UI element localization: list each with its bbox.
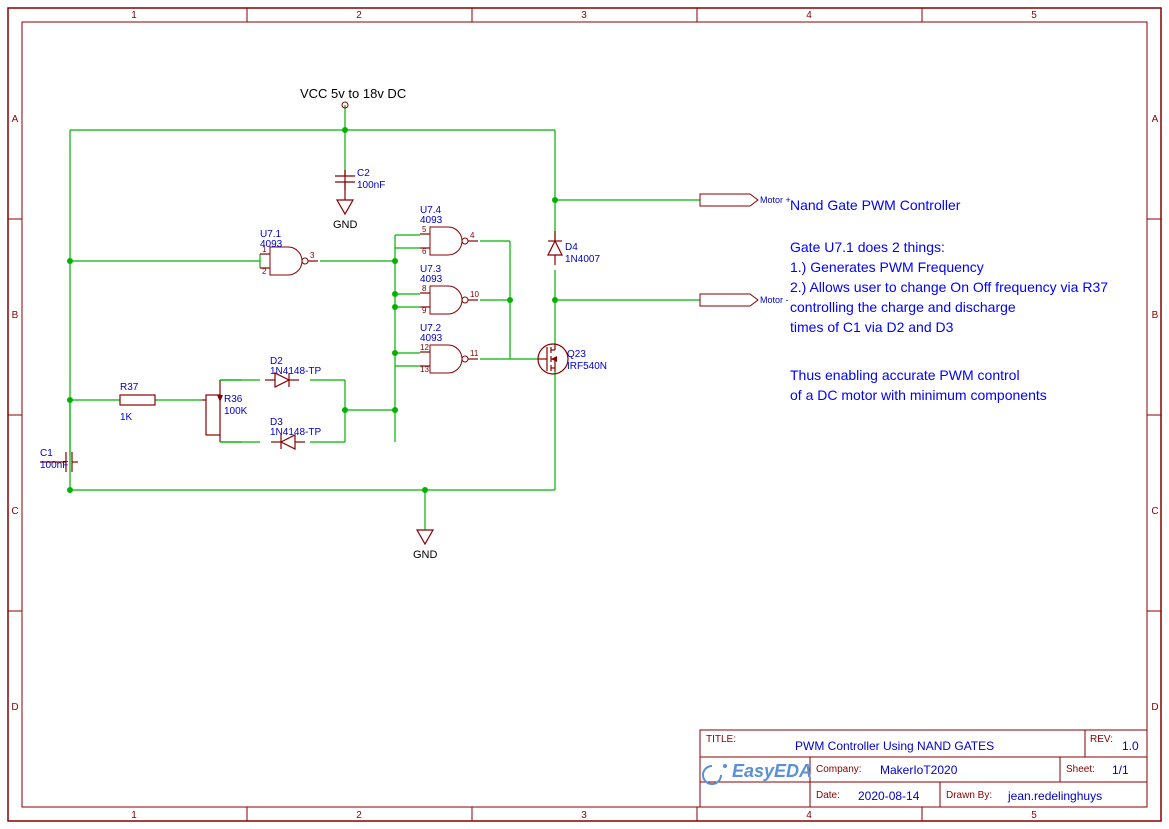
svg-text:times of C1 via D2 and D3: times of C1 via D2 and D3	[790, 319, 954, 335]
svg-text:A: A	[12, 114, 19, 125]
svg-text:100nF: 100nF	[40, 460, 68, 471]
svg-text:Gate U7.1 does 2 things:: Gate U7.1 does 2 things:	[790, 239, 945, 255]
gate-u7-3: 8 9 10 U7.3 4093	[420, 264, 479, 315]
svg-text:3: 3	[581, 810, 587, 821]
svg-text:4093: 4093	[260, 239, 283, 250]
diode-d3-label: D3 1N4148-TP	[270, 417, 321, 438]
svg-text:4: 4	[806, 10, 812, 21]
svg-text:GND: GND	[333, 219, 358, 231]
svg-text:4: 4	[470, 231, 475, 240]
capacitor-c1: C1 100nF	[40, 448, 78, 472]
svg-text:1N4148-TP: 1N4148-TP	[270, 366, 321, 377]
svg-text:4093: 4093	[420, 333, 443, 344]
svg-text:R36: R36	[224, 394, 243, 405]
svg-text:1: 1	[131, 810, 137, 821]
svg-text:C: C	[11, 506, 18, 517]
svg-text:jean.redelinghuys: jean.redelinghuys	[1007, 789, 1102, 803]
easyeda-logo: EasyEDA	[703, 761, 812, 784]
diode-d4	[548, 231, 562, 265]
svg-text:1/1: 1/1	[1112, 763, 1129, 777]
svg-text:5: 5	[422, 225, 427, 234]
vcc-label: VCC 5v to 18v DC	[300, 86, 406, 108]
svg-text:100nF: 100nF	[357, 180, 385, 191]
svg-text:2020-08-14: 2020-08-14	[858, 789, 920, 803]
svg-text:1N4007: 1N4007	[565, 254, 600, 265]
svg-text:9: 9	[422, 306, 427, 315]
gnd-bottom: GND	[413, 530, 438, 561]
svg-text:A: A	[1152, 114, 1159, 125]
svg-text:of a DC motor with minimum com: of a DC motor with minimum components	[790, 387, 1047, 403]
port-motor-minus: Motor -	[700, 294, 789, 306]
svg-text:REV:: REV:	[1090, 734, 1113, 745]
svg-text:12: 12	[420, 343, 429, 352]
svg-text:MakerIoT2020: MakerIoT2020	[880, 763, 958, 777]
svg-text:Thus enabling accurate PWM con: Thus enabling accurate PWM control	[790, 367, 1020, 383]
svg-text:controlling the charge and dis: controlling the charge and discharge	[790, 299, 1016, 315]
svg-text:3: 3	[581, 10, 587, 21]
svg-text:11: 11	[470, 349, 479, 358]
schematic-sheet: 12345 12345 ABCD ABCD	[0, 0, 1169, 829]
vcc-text: VCC 5v to 18v DC	[300, 86, 406, 101]
wiring	[70, 105, 700, 530]
capacitor-c2: C2 100nF	[335, 168, 385, 191]
gate-u7-1: 1 2 3 U7.1 4093	[260, 229, 318, 276]
gnd-top: GND	[333, 170, 358, 231]
notes: Nand Gate PWM Controller Gate U7.1 does …	[790, 197, 1108, 403]
potentiometer-r36: R36 100K	[202, 380, 248, 442]
diode-d4-label: D4 1N4007	[565, 242, 600, 265]
svg-text:C: C	[1151, 506, 1158, 517]
svg-text:1.0: 1.0	[1122, 739, 1139, 753]
svg-text:100K: 100K	[224, 406, 248, 417]
svg-text:GND: GND	[413, 549, 438, 561]
mosfet-q23: Q23 IRF540N	[538, 344, 607, 374]
junctions	[67, 127, 558, 493]
svg-text:4: 4	[806, 810, 812, 821]
svg-text:B: B	[1152, 310, 1159, 321]
svg-text:Drawn By:: Drawn By:	[946, 790, 992, 801]
svg-text:5: 5	[1031, 810, 1037, 821]
svg-text:6: 6	[422, 247, 427, 256]
svg-text:Nand Gate PWM Controller: Nand Gate PWM Controller	[790, 197, 961, 213]
svg-text:2: 2	[262, 267, 267, 276]
svg-text:Date:: Date:	[816, 790, 840, 801]
svg-text:PWM Controller Using NAND GATE: PWM Controller Using NAND GATES	[795, 739, 994, 753]
svg-text:2.) Allows user to change On O: 2.) Allows user to change On Off frequen…	[790, 279, 1108, 295]
svg-text:EasyEDA: EasyEDA	[732, 761, 812, 781]
port-motor-plus: Motor +	[700, 194, 791, 206]
diode-d2: D2 1N4148-TP	[265, 356, 321, 387]
svg-text:C2: C2	[357, 168, 370, 179]
svg-text:1: 1	[131, 10, 137, 21]
svg-text:3: 3	[310, 251, 315, 260]
svg-text:8: 8	[422, 284, 427, 293]
svg-text:IRF540N: IRF540N	[567, 361, 607, 372]
svg-text:5: 5	[1031, 10, 1037, 21]
svg-text:13: 13	[420, 365, 429, 374]
svg-text:4093: 4093	[420, 215, 443, 226]
svg-text:2: 2	[356, 810, 362, 821]
svg-text:4093: 4093	[420, 274, 443, 285]
svg-text:D: D	[1151, 702, 1158, 713]
svg-text:Company:: Company:	[816, 764, 862, 775]
svg-text:1N4148-TP: 1N4148-TP	[270, 427, 321, 438]
gate-u7-4: 5 6 4 U7.4 4093	[420, 205, 478, 256]
svg-text:C1: C1	[40, 448, 53, 459]
gate-u7-2: 12 13 11 U7.2 4093	[420, 323, 479, 374]
svg-text:Motor -: Motor -	[760, 295, 789, 305]
svg-text:TITLE:: TITLE:	[706, 734, 736, 745]
svg-text:Sheet:: Sheet:	[1066, 764, 1095, 775]
svg-text:Motor +: Motor +	[760, 195, 791, 205]
svg-text:B: B	[12, 310, 19, 321]
svg-text:1.) Generates PWM Frequency: 1.) Generates PWM Frequency	[790, 259, 984, 275]
svg-text:D4: D4	[565, 242, 578, 253]
resistor-r37: R37 1K	[120, 382, 155, 423]
title-block: TITLE: PWM Controller Using NAND GATES R…	[700, 730, 1147, 807]
svg-text:10: 10	[470, 290, 479, 299]
schematic-svg: 12345 12345 ABCD ABCD	[0, 0, 1169, 829]
svg-text:Q23: Q23	[567, 349, 586, 360]
svg-text:R37: R37	[120, 382, 139, 393]
svg-text:1K: 1K	[120, 412, 133, 423]
svg-text:D: D	[11, 702, 18, 713]
svg-text:2: 2	[356, 10, 362, 21]
